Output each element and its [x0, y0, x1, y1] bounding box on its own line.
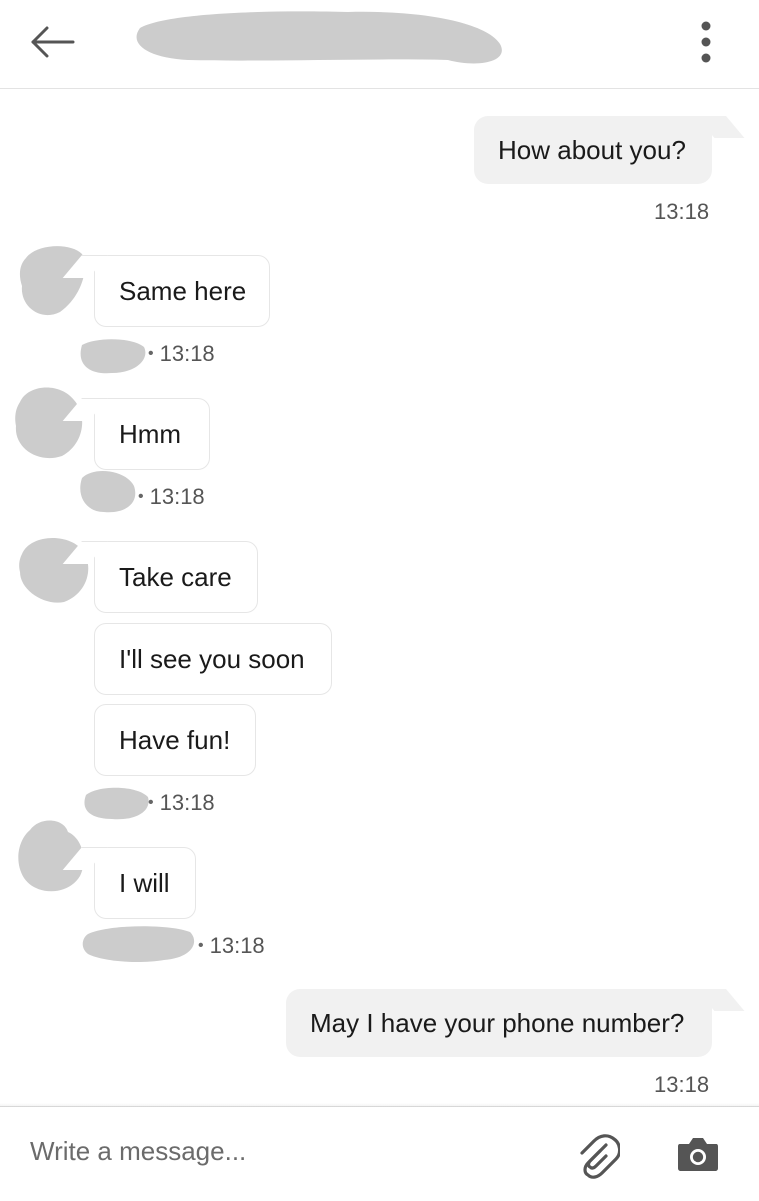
message-timestamp: • 13:18 — [198, 933, 265, 958]
message-text: How about you? — [498, 135, 686, 165]
sender-name-redacted — [80, 471, 136, 513]
more-vertical-icon — [701, 21, 711, 63]
incoming-message: Take care — [94, 541, 258, 613]
incoming-message: I'll see you soon — [94, 623, 332, 695]
message-text: Same here — [119, 276, 247, 306]
camera-icon — [678, 1138, 718, 1171]
contact-name-redacted — [136, 11, 502, 64]
outgoing-message: How about you? — [474, 116, 712, 184]
camera-button[interactable] — [674, 1132, 722, 1176]
message-text: May I have your phone number? — [310, 1008, 685, 1038]
incoming-message: Same here — [94, 255, 270, 327]
sender-name-redacted — [84, 787, 149, 820]
paperclip-icon — [580, 1134, 620, 1179]
sender-avatar-redacted — [15, 387, 83, 459]
message-timestamp: • 13:18 — [148, 341, 215, 366]
sender-avatar-redacted — [19, 246, 85, 316]
message-text: I'll see you soon — [119, 644, 305, 674]
message-timestamp: • 13:18 — [138, 484, 205, 509]
message-timestamp: • 13:18 — [148, 790, 215, 815]
arrow-left-icon — [31, 26, 75, 58]
message-composer — [0, 1103, 759, 1201]
chat-header — [0, 0, 759, 89]
sender-name-redacted — [82, 926, 195, 962]
outgoing-message: May I have your phone number? — [286, 989, 712, 1057]
message-timestamp: 13:18 — [654, 199, 710, 224]
attach-button[interactable] — [572, 1130, 624, 1182]
more-options-button[interactable] — [686, 16, 726, 68]
incoming-message: I will — [94, 847, 196, 919]
message-text: Take care — [119, 562, 232, 592]
message-text: Have fun! — [119, 725, 231, 755]
message-timestamp: 13:18 — [654, 1072, 710, 1097]
message-input[interactable] — [30, 1127, 550, 1175]
back-button[interactable] — [24, 18, 80, 66]
message-text: I will — [119, 868, 170, 898]
sender-name-redacted — [80, 339, 146, 374]
message-text: Hmm — [119, 419, 182, 449]
incoming-message: Have fun! — [94, 704, 256, 776]
incoming-message: Hmm — [94, 398, 210, 470]
